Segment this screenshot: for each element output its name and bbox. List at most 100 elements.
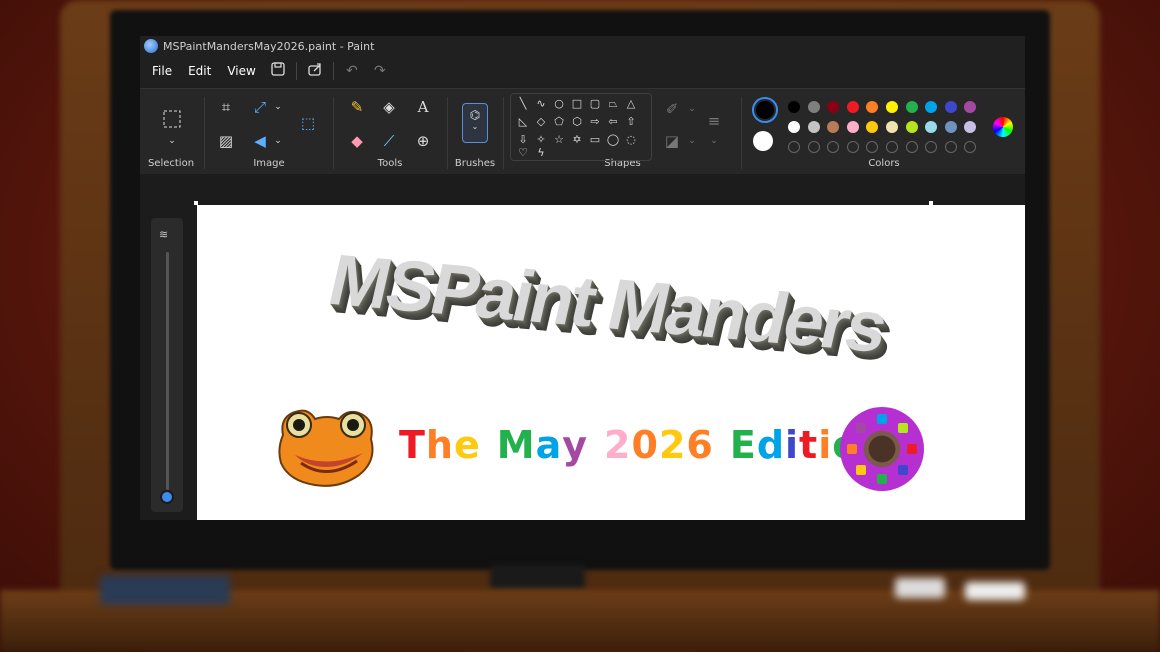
color-swatch[interactable] [944, 121, 957, 133]
pencil-icon[interactable]: ✎ [345, 95, 369, 119]
save-icon[interactable] [264, 62, 292, 80]
callout-rect-icon[interactable]: ▭ [587, 132, 603, 148]
arrow-right-icon[interactable]: ⇨ [587, 114, 603, 130]
subtitle-letter: a [535, 423, 563, 467]
rounded-rectangle-icon[interactable]: ▢ [587, 96, 603, 112]
redo-icon[interactable]: ↷ [366, 63, 394, 79]
drawing-canvas[interactable]: MSPaint Manders TheMay2026Edition [197, 205, 1025, 520]
custom-color-slot[interactable] [905, 141, 918, 153]
triangle-icon[interactable]: △ [623, 96, 639, 112]
image-background-icon[interactable]: ⬚ [296, 111, 320, 135]
divider [741, 97, 742, 169]
subtitle-letter: 2 [604, 423, 632, 467]
magnifier-icon[interactable]: ⊕ [411, 129, 435, 153]
color-swatch[interactable] [905, 121, 918, 133]
group-label-tools: Tools [377, 158, 403, 169]
zoom-slider-knob[interactable] [160, 490, 174, 504]
custom-color-slot[interactable] [944, 141, 957, 153]
zoom-panel: ≋ [151, 218, 183, 512]
eraser-icon[interactable]: ◆ [345, 129, 369, 153]
color-swatch[interactable] [944, 101, 957, 113]
edit-colors-icon[interactable] [993, 117, 1013, 137]
color-swatch[interactable] [846, 121, 859, 133]
star-five-icon[interactable]: ☆ [551, 132, 567, 148]
diamond-icon[interactable]: ◇ [533, 114, 549, 130]
paint-app-icon [144, 39, 158, 53]
custom-color-slot[interactable] [788, 141, 800, 153]
background-tv-stand [490, 565, 585, 589]
subtitle-letter: d [756, 423, 786, 467]
color-swatch[interactable] [788, 101, 800, 113]
pentagon-icon[interactable]: ⬠ [551, 114, 567, 130]
hexagon-icon[interactable]: ⬡ [569, 114, 585, 130]
share-icon[interactable] [301, 62, 329, 80]
subtitle-letter: 0 [631, 423, 659, 467]
secondary-color[interactable] [753, 131, 773, 151]
window-title: MSPaintMandersMay2026.paint - Paint [163, 39, 375, 53]
color-swatch[interactable] [807, 101, 820, 113]
divider [447, 97, 448, 169]
undo-icon[interactable]: ↶ [338, 63, 366, 79]
sticker-dot [877, 474, 887, 484]
line-icon[interactable]: ╲ [515, 96, 531, 112]
background-object [100, 575, 230, 605]
brush-icon: ⌬ [469, 108, 481, 122]
curve-icon[interactable]: ∿ [533, 96, 549, 112]
star-six-icon[interactable]: ✡ [569, 132, 585, 148]
divider [503, 97, 504, 169]
divider [332, 62, 334, 80]
polygon-icon[interactable]: ⏢ [605, 96, 621, 112]
custom-color-slot[interactable] [886, 141, 898, 153]
color-swatch[interactable] [886, 101, 898, 113]
sticker-dot [855, 465, 866, 476]
chevron-down-icon[interactable]: ⌄ [702, 129, 726, 153]
select-all-icon[interactable]: ▨ [214, 129, 238, 153]
arrow-up-icon[interactable]: ⇧ [623, 114, 639, 130]
custom-color-slot[interactable] [846, 141, 859, 153]
canvas-title-text: MSPaint Manders [321, 240, 893, 368]
zoom-track[interactable] [166, 252, 169, 490]
workspace: ≋ MSPaint Manders TheMay2026Edition [140, 174, 1025, 520]
brushes-button[interactable]: ⌬ ⌄ [462, 103, 488, 143]
chevron-down-icon[interactable]: ⌄ [680, 129, 704, 153]
color-swatch[interactable] [846, 101, 859, 113]
sticker-dot [855, 422, 866, 433]
menu-file[interactable]: File [144, 58, 180, 84]
fill-icon[interactable]: ◈ [377, 95, 401, 119]
oval-icon[interactable]: ○ [551, 96, 567, 112]
lightning-icon[interactable]: ϟ [533, 147, 549, 158]
primary-color[interactable] [752, 97, 778, 123]
sticker-dot [877, 414, 887, 424]
group-label-selection: Selection [147, 158, 195, 169]
select-rectangle-icon[interactable] [160, 107, 184, 131]
rectangle-icon[interactable]: □ [569, 96, 585, 112]
chevron-down-icon[interactable]: ⌄ [160, 129, 184, 153]
callout-cloud-icon[interactable]: ◌ [623, 132, 639, 148]
paint-window: MSPaintMandersMay2026.paint - Paint File… [140, 36, 1025, 520]
color-swatch[interactable] [807, 121, 820, 133]
subtitle-letter: 2 [658, 423, 687, 467]
menu-view[interactable]: View [219, 58, 263, 84]
callout-oval-icon[interactable]: ◯ [605, 132, 621, 148]
subtitle-letter: y [562, 423, 589, 467]
custom-color-slot[interactable] [807, 141, 820, 153]
group-label-colors: Colors [868, 158, 900, 169]
color-picker-icon[interactable]: ⟋ [377, 129, 401, 153]
sticker-dot [847, 444, 857, 454]
right-triangle-icon[interactable]: ◺ [515, 114, 531, 130]
heart-icon[interactable]: ♡ [515, 147, 531, 158]
sticker-dot [898, 422, 909, 433]
crop-icon[interactable]: ⌗ [214, 95, 238, 119]
chevron-down-icon[interactable]: ⌄ [266, 129, 290, 153]
color-swatch[interactable] [886, 121, 898, 133]
chevron-down-icon[interactable]: ⌄ [680, 97, 704, 121]
menu-edit[interactable]: Edit [180, 58, 219, 84]
text-icon[interactable]: A [411, 95, 435, 119]
color-swatch[interactable] [905, 101, 918, 113]
arrow-left-icon[interactable]: ⇦ [605, 114, 621, 130]
subtitle-letter: T [399, 423, 426, 467]
chevron-down-icon[interactable]: ⌄ [266, 95, 290, 119]
subtitle-word: 2026 [604, 423, 714, 467]
divider [204, 97, 205, 169]
color-swatch[interactable] [788, 121, 800, 133]
